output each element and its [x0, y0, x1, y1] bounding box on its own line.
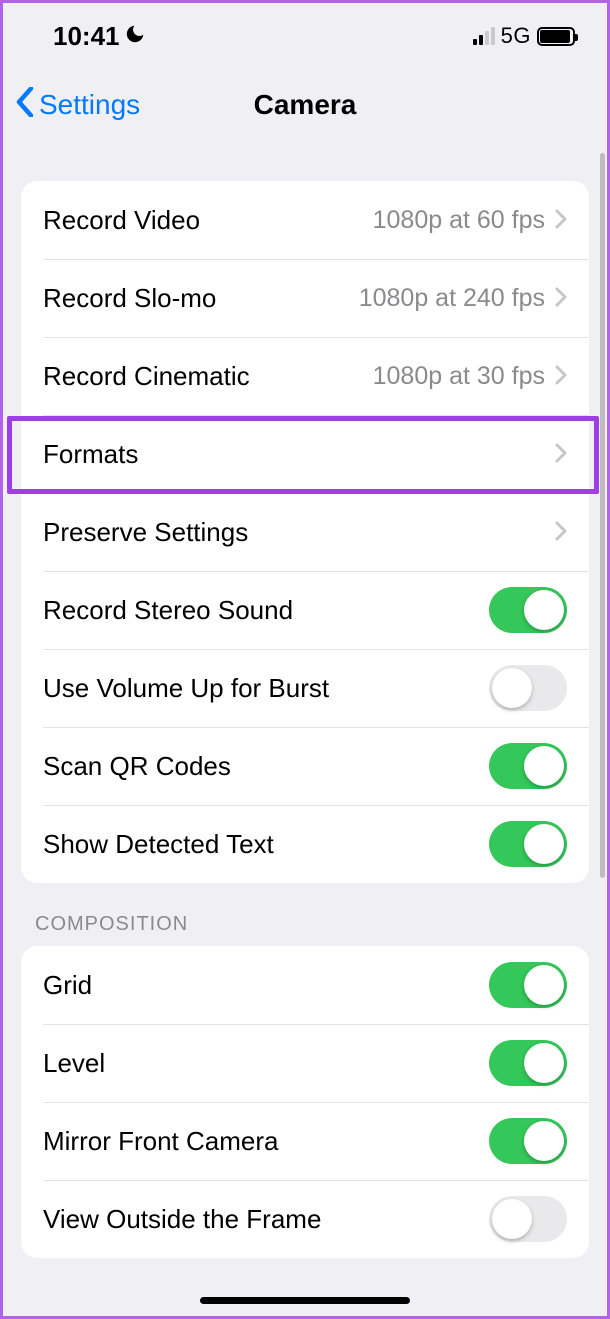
cell-label: Preserve Settings [43, 517, 555, 548]
cell-value: 1080p at 60 fps [373, 206, 545, 235]
status-time: 10:41 [53, 21, 120, 52]
cell-show-detected-text: Show Detected Text [21, 805, 589, 883]
back-label: Settings [39, 89, 140, 121]
cell-mirror-front-camera: Mirror Front Camera [21, 1102, 589, 1180]
cellular-signal-icon [473, 27, 495, 45]
settings-group-main: Record Video 1080p at 60 fps Record Slo-… [21, 181, 589, 883]
cell-label: Use Volume Up for Burst [43, 673, 489, 704]
toggle-level[interactable] [489, 1040, 567, 1086]
cell-label: Mirror Front Camera [43, 1126, 489, 1157]
chevron-right-icon [555, 439, 567, 470]
toggle-grid[interactable] [489, 962, 567, 1008]
status-bar: 10:41 5G [3, 3, 607, 69]
cell-record-video[interactable]: Record Video 1080p at 60 fps [21, 181, 589, 259]
network-type: 5G [501, 23, 531, 49]
group-header-composition: COMPOSITION [21, 883, 589, 946]
scroll-indicator[interactable] [600, 153, 605, 878]
cell-label: Grid [43, 970, 489, 1001]
cell-grid: Grid [21, 946, 589, 1024]
cell-view-outside-frame: View Outside the Frame [21, 1180, 589, 1258]
cell-preserve-settings[interactable]: Preserve Settings [21, 493, 589, 571]
cell-record-stereo-sound: Record Stereo Sound [21, 571, 589, 649]
cell-value: 1080p at 30 fps [373, 362, 545, 391]
cell-label: Show Detected Text [43, 829, 489, 860]
toggle-scan-qr-codes[interactable] [489, 743, 567, 789]
toggle-mirror-front-camera[interactable] [489, 1118, 567, 1164]
navigation-bar: Settings Camera [3, 69, 607, 141]
do-not-disturb-icon [124, 21, 146, 52]
settings-group-composition: Grid Level Mirror Front Camera View Outs… [21, 946, 589, 1258]
cell-label: Level [43, 1048, 489, 1079]
chevron-right-icon [555, 517, 567, 548]
toggle-record-stereo-sound[interactable] [489, 587, 567, 633]
cell-value: 1080p at 240 fps [359, 284, 545, 313]
toggle-view-outside-frame[interactable] [489, 1196, 567, 1242]
cell-record-slomo[interactable]: Record Slo-mo 1080p at 240 fps [21, 259, 589, 337]
cell-label: Record Stereo Sound [43, 595, 489, 626]
chevron-right-icon [555, 283, 567, 314]
cell-label: Formats [43, 439, 555, 470]
chevron-right-icon [555, 205, 567, 236]
home-indicator[interactable] [200, 1297, 410, 1304]
cell-volume-up-burst: Use Volume Up for Burst [21, 649, 589, 727]
cell-label: Scan QR Codes [43, 751, 489, 782]
toggle-show-detected-text[interactable] [489, 821, 567, 867]
phone-screen: 10:41 5G Settings Camera Record Vid [3, 3, 607, 1316]
cell-label: Record Video [43, 205, 373, 236]
cell-label: Record Slo-mo [43, 283, 359, 314]
chevron-right-icon [555, 361, 567, 392]
toggle-volume-up-burst[interactable] [489, 665, 567, 711]
cell-formats[interactable]: Formats [21, 415, 589, 493]
cell-label: View Outside the Frame [43, 1204, 489, 1235]
back-button[interactable]: Settings [15, 87, 140, 124]
cell-label: Record Cinematic [43, 361, 373, 392]
battery-icon [537, 27, 575, 46]
cell-record-cinematic[interactable]: Record Cinematic 1080p at 30 fps [21, 337, 589, 415]
cell-level: Level [21, 1024, 589, 1102]
cell-scan-qr-codes: Scan QR Codes [21, 727, 589, 805]
chevron-left-icon [15, 87, 35, 124]
